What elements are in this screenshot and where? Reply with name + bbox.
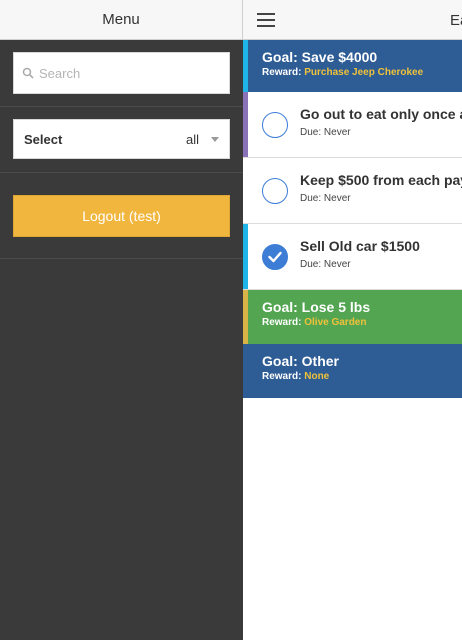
select-value: all <box>185 131 199 147</box>
task-checkbox-checked[interactable] <box>262 244 288 270</box>
task-color-edge <box>243 158 248 223</box>
goal-header-lose-weight[interactable]: Goal: Lose 5 lbs Reward: Olive Garden <box>243 290 462 344</box>
due-label: Due: <box>300 127 322 138</box>
app: Menu Select all Logout (test) <box>0 0 462 640</box>
due-label: Due: <box>300 259 322 270</box>
goal-title: Goal: Other <box>262 353 340 369</box>
task-item[interactable]: Sell Old car $1500 Due: Never <box>243 224 462 290</box>
goal-color-edge <box>243 290 248 344</box>
task-color-edge <box>243 92 248 157</box>
select-section: Select all <box>0 107 243 173</box>
page-title: Ea <box>450 12 462 29</box>
hamburger-menu-icon[interactable] <box>257 13 275 27</box>
filter-select[interactable]: Select all <box>13 119 230 159</box>
task-checkbox[interactable] <box>262 112 288 138</box>
logout-button[interactable]: Logout (test) <box>13 195 230 237</box>
due-value: Never <box>323 259 351 270</box>
task-item[interactable]: Go out to eat only once a Due: Never <box>243 92 462 158</box>
goal-header-save[interactable]: Goal: Save $4000 Reward: Purchase Jeep C… <box>243 40 462 92</box>
task-checkbox[interactable] <box>262 178 288 204</box>
goal-color-edge <box>243 344 248 398</box>
search-icon <box>22 67 34 79</box>
task-title: Sell Old car $1500 <box>300 238 420 254</box>
due-label: Due: <box>300 193 322 204</box>
checkmark-icon <box>268 251 282 263</box>
reward-value: Purchase Jeep Cherokee <box>304 67 424 78</box>
menu-title: Menu <box>0 0 243 40</box>
task-due: Due: Never <box>300 259 351 270</box>
due-value: Never <box>323 193 351 204</box>
reward-label: Reward: <box>262 317 302 328</box>
reward-value: None <box>304 371 330 382</box>
goal-reward: Reward: Purchase Jeep Cherokee <box>262 67 462 78</box>
side-menu: Menu Select all Logout (test) <box>0 0 243 640</box>
select-label: Select <box>24 131 63 147</box>
search-box[interactable] <box>13 52 230 94</box>
reward-value: Olive Garden <box>304 317 367 328</box>
task-title: Keep $500 from each pay <box>300 172 462 188</box>
task-color-edge <box>243 224 248 289</box>
content-header: Ea <box>243 0 462 40</box>
search-section <box>0 40 243 107</box>
goal-title: Goal: Save $4000 <box>262 49 378 65</box>
due-value: Never <box>323 127 351 138</box>
task-due: Due: Never <box>300 127 351 138</box>
search-input[interactable] <box>39 65 219 81</box>
goal-color-edge <box>243 40 248 92</box>
goal-reward: Reward: None <box>262 371 462 382</box>
reward-label: Reward: <box>262 371 302 382</box>
goal-title: Goal: Lose 5 lbs <box>262 299 371 315</box>
goal-reward: Reward: Olive Garden <box>262 317 462 328</box>
logout-section: Logout (test) <box>0 173 243 259</box>
chevron-down-icon <box>211 136 219 142</box>
main-content: Ea Goal: Save $4000 Reward: Purchase Jee… <box>243 0 462 640</box>
goal-header-other[interactable]: Goal: Other Reward: None <box>243 344 462 398</box>
task-title: Go out to eat only once a <box>300 106 462 122</box>
task-due: Due: Never <box>300 193 351 204</box>
reward-label: Reward: <box>262 67 302 78</box>
task-item[interactable]: Keep $500 from each pay Due: Never <box>243 158 462 224</box>
